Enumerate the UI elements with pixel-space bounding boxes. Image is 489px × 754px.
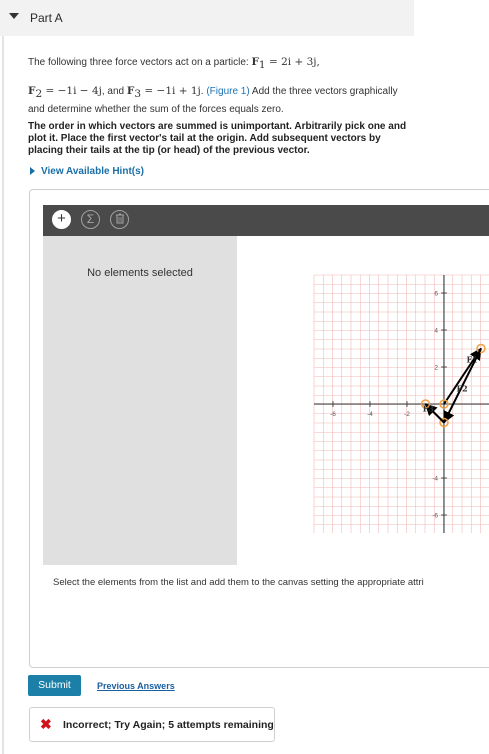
figure-link[interactable]: (Figure 1): [206, 86, 249, 97]
feedback-box: ✖ Incorrect; Try Again; 5 attempts remai…: [29, 707, 275, 742]
problem-line-2: F2 = −1i − 4j, and F3 = −1i + 1j. (Figur…: [28, 84, 408, 117]
vector-canvas[interactable]: -6 -4 -2 6 4 2 -4 -6 F1 F2 F3: [237, 236, 489, 565]
previous-answers-link[interactable]: Previous Answers: [97, 681, 175, 691]
x-tick-label: -4: [367, 411, 373, 418]
part-title: Part A: [30, 11, 63, 25]
x-tick-label: -2: [404, 411, 410, 418]
f3-equation: = −1i + 1j: [141, 85, 201, 97]
vector-plot[interactable]: -6 -4 -2642-4-6F1F2F3: [237, 236, 489, 565]
problem-intro: The following three force vectors act on…: [28, 57, 249, 68]
part-header[interactable]: Part A: [0, 0, 414, 36]
view-hints-link[interactable]: View Available Hint(s): [30, 166, 144, 177]
f1-equation: = 2i + 3j,: [265, 56, 320, 68]
f2-equation: = −1i − 4j: [42, 85, 102, 97]
feedback-message: Incorrect; Try Again; 5 attempts remaini…: [63, 719, 274, 731]
list-empty-text: No elements selected: [87, 267, 193, 279]
element-list-panel[interactable]: No elements selected: [43, 236, 237, 565]
left-divider: [2, 36, 4, 754]
y-tick-label: 4: [434, 328, 438, 335]
add-icon[interactable]: +: [52, 210, 71, 229]
x-tick-label: -6: [330, 411, 336, 418]
submit-button[interactable]: Submit: [28, 675, 81, 696]
incorrect-x-icon: ✖: [40, 716, 52, 732]
hint-label: View Available Hint(s): [41, 166, 144, 177]
trash-glyph: [115, 213, 124, 224]
problem-line-1: The following three force vectors act on…: [28, 55, 408, 73]
tool-toolbar: + Σ: [43, 205, 489, 236]
expand-caret-icon: [30, 167, 35, 176]
bold-instruction: The order in which vectors are summed is…: [28, 121, 407, 156]
canvas-instruction: Select the elements from the list and ad…: [53, 577, 424, 588]
f1-subscript: 1: [258, 59, 266, 71]
vector-label: F3: [423, 403, 435, 413]
y-tick-label: 2: [434, 365, 438, 372]
y-tick-label: -6: [432, 513, 438, 520]
collapse-caret-icon[interactable]: [9, 13, 19, 19]
sum-icon[interactable]: Σ: [81, 210, 100, 229]
y-tick-label: -4: [432, 476, 438, 483]
trash-icon[interactable]: [110, 210, 129, 229]
y-tick-label: 6: [434, 291, 438, 298]
vector-label: F2: [457, 384, 468, 394]
and-text: , and: [101, 86, 127, 97]
f1-symbol: F: [251, 56, 259, 68]
